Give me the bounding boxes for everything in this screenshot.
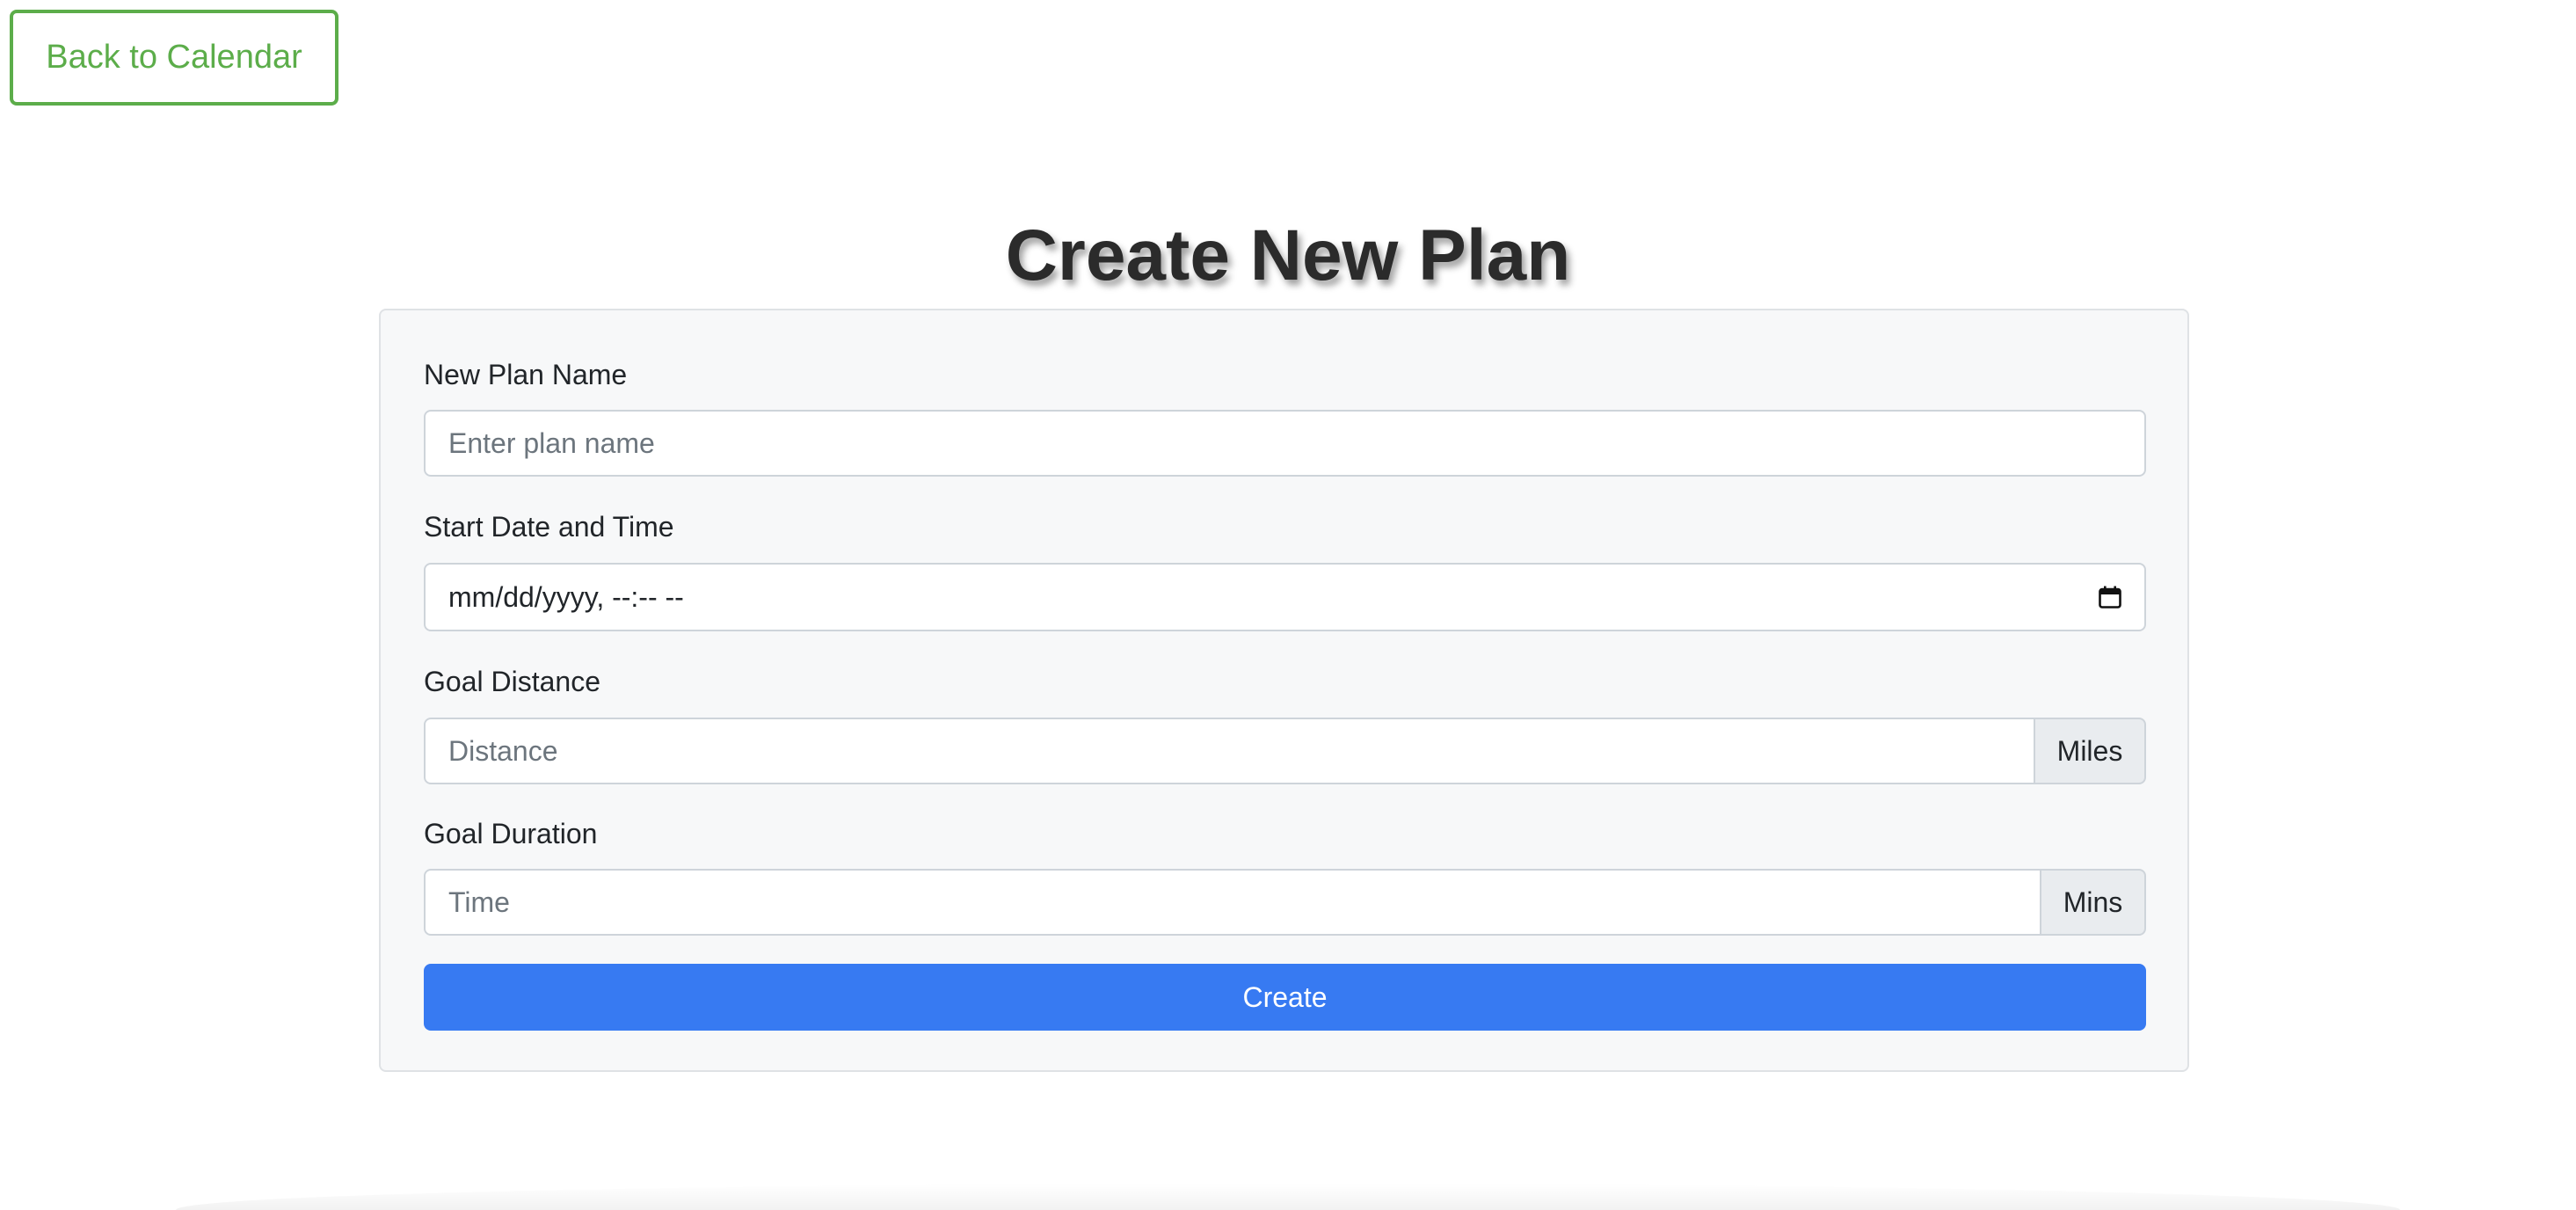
distance-unit-addon: Miles bbox=[2034, 718, 2146, 784]
goal-duration-input[interactable] bbox=[424, 869, 2041, 936]
start-datetime-value: mm/dd/yyyy, --:-- -- bbox=[448, 580, 684, 613]
calendar-icon[interactable] bbox=[2099, 586, 2121, 609]
bottom-shadow bbox=[176, 1184, 2400, 1210]
back-to-calendar-button[interactable]: Back to Calendar bbox=[10, 10, 338, 106]
create-button[interactable]: Create bbox=[424, 964, 2146, 1031]
create-plan-form: New Plan Name Start Date and Time mm/dd/… bbox=[379, 309, 2189, 1072]
plan-name-input[interactable] bbox=[424, 410, 2146, 477]
start-datetime-label: Start Date and Time bbox=[424, 511, 674, 543]
page-title: Create New Plan bbox=[1005, 215, 1571, 295]
plan-name-label: New Plan Name bbox=[424, 359, 628, 390]
goal-distance-label: Goal Distance bbox=[424, 666, 600, 697]
goal-distance-input[interactable] bbox=[424, 718, 2035, 784]
goal-duration-label: Goal Duration bbox=[424, 818, 598, 849]
duration-unit-addon: Mins bbox=[2040, 869, 2146, 936]
start-datetime-input[interactable]: mm/dd/yyyy, --:-- -- bbox=[424, 563, 2146, 631]
